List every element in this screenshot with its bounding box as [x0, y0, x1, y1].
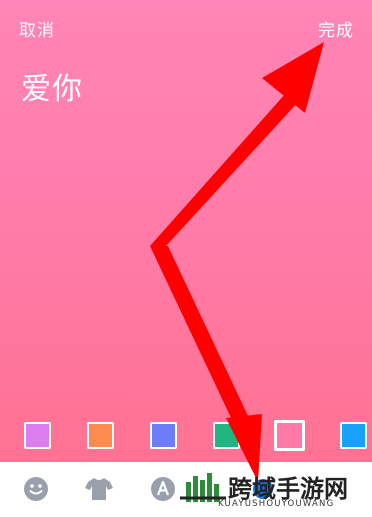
swatch-green[interactable] — [213, 422, 240, 449]
swatch-sky-blue[interactable] — [340, 422, 367, 449]
watermark-logo: 跨域手游网 KUAYUSHOUYOUWANG — [180, 468, 372, 517]
color-palette — [0, 420, 372, 454]
font-a-icon[interactable] — [150, 476, 176, 502]
emoji-icon[interactable] — [23, 476, 49, 502]
cancel-button[interactable]: 取消 — [19, 16, 55, 41]
swatch-blue[interactable] — [150, 422, 177, 449]
swatch-orange[interactable] — [87, 422, 114, 449]
watermark-subtitle: KUAYUSHOUYOUWANG — [218, 499, 335, 509]
swatch-pink-selected[interactable] — [274, 420, 305, 451]
text-overlay[interactable]: 爱你 — [21, 64, 83, 108]
tshirt-icon[interactable] — [85, 476, 113, 502]
done-button[interactable]: 完成 — [318, 16, 354, 41]
swatch-violet[interactable] — [24, 422, 51, 449]
